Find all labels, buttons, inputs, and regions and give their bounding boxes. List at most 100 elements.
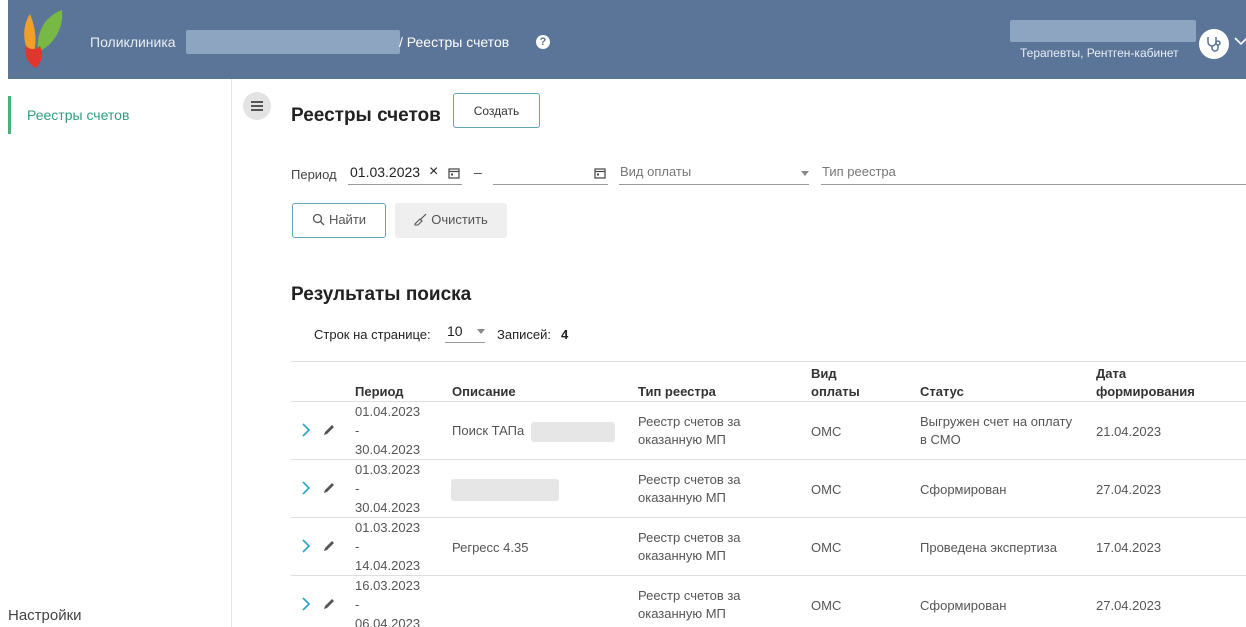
registry-type-select[interactable]: Тип реестра	[821, 163, 1246, 185]
column-header-formation-date-line1: Дата	[1096, 366, 1127, 381]
menu-toggle-button[interactable]	[243, 92, 271, 120]
expand-row-icon[interactable]	[301, 423, 311, 437]
expand-row-icon[interactable]	[301, 597, 311, 611]
clinic-logo-icon[interactable]	[22, 8, 64, 70]
column-header-status[interactable]: Статус	[920, 384, 964, 400]
chevron-down-icon[interactable]	[1234, 36, 1246, 46]
stethoscope-avatar-icon[interactable]	[1199, 29, 1229, 59]
period-dash: –	[474, 164, 482, 180]
cell-formation-date: 27.04.2023	[1096, 482, 1162, 497]
cell-payment-type: ОМС	[811, 598, 842, 613]
user-role: Терапевты, Рентген-кабинет	[1020, 46, 1179, 60]
registry-type-line2: оказанную МП	[638, 432, 726, 447]
edit-pencil-icon[interactable]	[322, 540, 335, 553]
payment-type-select[interactable]: Вид оплаты	[619, 163, 809, 185]
rows-per-page-value: 10	[447, 323, 463, 339]
period-from-input[interactable]: 01.03.2023 ×	[348, 163, 462, 185]
cell-registry-type: Реестр счетов за оказанную МП	[638, 587, 741, 623]
period-from: 01.03.2023	[355, 520, 421, 535]
clear-label: Очистить	[431, 212, 488, 227]
period-dash: -	[355, 481, 360, 496]
cell-period: 01.03.2023 - 30.04.2023	[355, 460, 435, 517]
breadcrumb-clinic[interactable]: Поликлиника	[90, 34, 176, 50]
sidebar-active-indicator	[8, 96, 11, 134]
table-row[interactable]: 01.03.2023 - 14.04.2023 Регресс 4.35 Рее…	[291, 518, 1246, 576]
period-dash: -	[355, 423, 360, 438]
column-header-description[interactable]: Описание	[452, 384, 516, 400]
status-line1: Выгружен счет на оплату	[920, 414, 1073, 429]
column-header-period[interactable]: Период	[355, 384, 404, 400]
redacted-user-name	[1010, 20, 1196, 42]
edit-pencil-icon[interactable]	[322, 598, 335, 611]
cell-description: Поиск ТАПа	[452, 423, 525, 438]
registry-type-placeholder: Тип реестра	[822, 164, 896, 179]
cell-status: Сформирован	[920, 481, 1006, 499]
results-title: Результаты поиска	[291, 284, 472, 305]
column-header-payment-type-line2: оплаты	[811, 384, 860, 399]
column-header-payment-type[interactable]: Вид оплаты	[811, 366, 860, 400]
cell-status: Сформирован	[920, 597, 1006, 615]
page-title: Реестры счетов	[291, 105, 441, 126]
period-dash: -	[355, 539, 360, 554]
payment-type-placeholder: Вид оплаты	[620, 164, 692, 179]
registry-type-line2: оказанную МП	[638, 490, 726, 505]
find-label: Найти	[328, 212, 367, 227]
find-button[interactable]: Найти	[292, 203, 386, 238]
cell-status: Выгружен счет на оплату в СМО	[920, 413, 1072, 449]
edit-pencil-icon[interactable]	[322, 482, 335, 495]
app-header: Поликлиника / Реестры счетов ? Терапевты…	[8, 0, 1246, 79]
expand-row-icon[interactable]	[301, 539, 311, 553]
rows-per-page-select[interactable]: 10	[445, 321, 485, 343]
cell-payment-type: ОМС	[811, 482, 842, 497]
redacted-clinic-name	[186, 30, 400, 54]
table-row[interactable]: 01.03.2023 - 30.04.2023 Реестр счетов за…	[291, 460, 1246, 518]
registry-type-line1: Реестр счетов за	[638, 472, 741, 487]
table-row[interactable]: 16.03.2023 - 06.04.2023 Реестр счетов за…	[291, 576, 1246, 627]
period-to: 06.04.2023	[355, 616, 421, 627]
cell-period: 01.03.2023 - 14.04.2023	[355, 518, 435, 575]
records-count: 4	[561, 327, 569, 342]
cell-payment-type: ОМС	[811, 424, 842, 439]
table-divider	[291, 361, 1246, 362]
clear-period-icon[interactable]: ×	[429, 163, 438, 181]
help-icon[interactable]: ?	[536, 35, 550, 49]
cell-period: 01.04.2023 - 30.04.2023	[355, 402, 435, 459]
redacted-description	[531, 422, 615, 442]
breadcrumb-current: / Реестры счетов	[399, 34, 510, 50]
sidebar-item-registries[interactable]: Реестры счетов	[27, 107, 129, 123]
cell-status: Проведена экспертиза	[920, 539, 1057, 557]
column-header-formation-date-line2: формирования	[1096, 384, 1195, 399]
sidebar: Реестры счетов Настройки	[8, 79, 232, 627]
dropdown-caret-icon	[801, 171, 809, 176]
calendar-icon[interactable]	[594, 167, 606, 179]
expand-row-icon[interactable]	[301, 481, 311, 495]
clear-button[interactable]: Очистить	[395, 203, 507, 238]
edit-pencil-icon[interactable]	[322, 424, 335, 437]
broom-icon	[414, 213, 427, 226]
cell-description: Регресс 4.35	[452, 540, 529, 555]
status-line1: Сформирован	[920, 482, 1007, 497]
status-line1: Проведена экспертиза	[920, 540, 1057, 555]
cell-registry-type: Реестр счетов за оказанную МП	[638, 413, 741, 449]
period-to: 30.04.2023	[355, 442, 421, 457]
period-from: 16.03.2023	[355, 578, 421, 593]
calendar-icon[interactable]	[448, 167, 460, 179]
records-label: Записей:	[497, 327, 551, 342]
period-from: 01.04.2023	[355, 404, 421, 419]
cell-payment-type: ОМС	[811, 540, 842, 555]
period-label: Период	[291, 167, 337, 182]
cell-formation-date: 21.04.2023	[1096, 424, 1162, 439]
create-button[interactable]: Создать	[453, 93, 540, 128]
sidebar-item-settings[interactable]: Настройки	[8, 607, 82, 624]
column-header-payment-type-line1: Вид	[811, 366, 837, 381]
column-header-formation-date[interactable]: Дата формирования	[1096, 366, 1195, 400]
registry-type-line1: Реестр счетов за	[638, 588, 741, 603]
column-header-registry-type[interactable]: Тип реестра	[638, 384, 716, 400]
rows-per-page-label: Строк на странице:	[314, 327, 431, 342]
dropdown-caret-icon	[477, 329, 485, 334]
period-dash: -	[355, 597, 360, 612]
search-icon	[312, 213, 325, 226]
period-to-input[interactable]	[493, 163, 608, 185]
table-row[interactable]: 01.04.2023 - 30.04.2023 Поиск ТАПа Реест…	[291, 402, 1246, 460]
registry-type-line2: оказанную МП	[638, 548, 726, 563]
